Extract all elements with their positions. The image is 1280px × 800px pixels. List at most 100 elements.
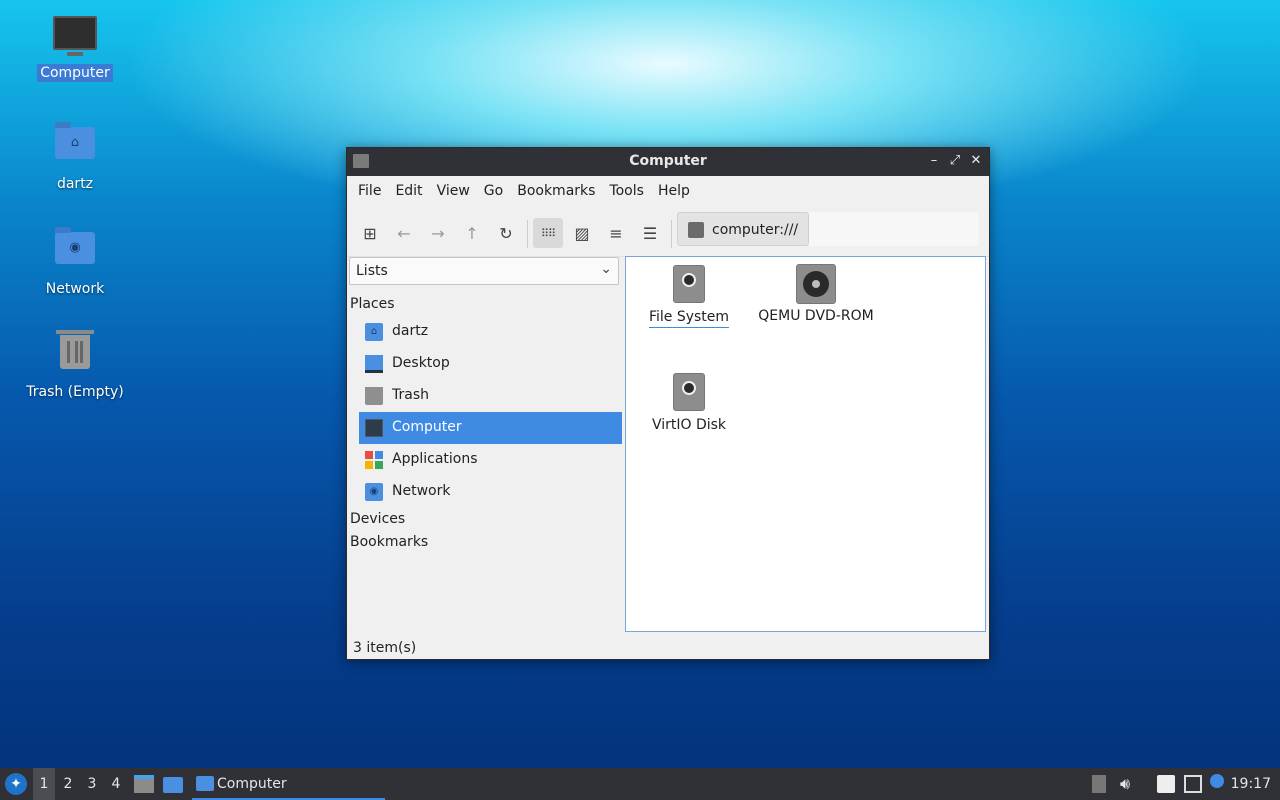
reload-button[interactable]: ↻	[491, 218, 521, 248]
home-folder-icon: ⌂	[53, 122, 97, 171]
image-icon: ▨	[574, 223, 590, 243]
workspace-1[interactable]: 1	[33, 768, 55, 800]
start-menu-icon: ✦	[10, 776, 22, 792]
file-manager-window: Computer – ⤢ ✕ File Edit View Go Bookmar…	[346, 147, 990, 660]
computer-icon	[365, 419, 383, 437]
network-icon[interactable]	[1184, 775, 1202, 793]
arrow-left-icon: ←	[397, 223, 411, 243]
sidebar-item-network[interactable]: ◉ Network	[359, 476, 622, 508]
folder-icon	[196, 776, 214, 791]
sidebar-item-label: Computer	[392, 419, 462, 435]
hard-disk-icon	[673, 265, 705, 303]
hard-disk-icon	[688, 222, 704, 238]
workspace-4[interactable]: 4	[105, 768, 127, 800]
desktop-icon-label: Computer	[37, 64, 113, 82]
toolbar-separator	[671, 220, 672, 248]
task-button-computer[interactable]: Computer	[192, 768, 385, 800]
sidebar-item-desktop[interactable]: Desktop	[359, 348, 622, 380]
sidebar-item-label: Trash	[392, 387, 429, 403]
detailed-list-view-button[interactable]: ☰	[635, 218, 665, 248]
sidebar-mode-select[interactable]: Lists ⌄	[349, 257, 619, 285]
sidebar-item-applications[interactable]: Applications	[359, 444, 622, 476]
path-label: computer:///	[712, 222, 799, 238]
task-label: Computer	[217, 776, 287, 792]
home-folder-icon: ⌂	[365, 323, 383, 341]
clipboard-icon[interactable]	[1157, 775, 1175, 793]
item-virtio-disk[interactable]: VirtIO Disk	[648, 373, 730, 433]
section-places[interactable]: Places	[350, 296, 395, 312]
menu-help[interactable]: Help	[651, 183, 697, 199]
applications-icon	[365, 451, 383, 469]
list-lines-icon: ≡	[609, 223, 623, 243]
menu-view[interactable]: View	[430, 183, 477, 199]
menu-go[interactable]: Go	[477, 183, 510, 199]
sidebar-item-dartz[interactable]: ⌂ dartz	[359, 316, 622, 348]
close-button[interactable]: ✕	[967, 152, 985, 170]
workspace-2[interactable]: 2	[57, 768, 79, 800]
menu-tools[interactable]: Tools	[602, 183, 651, 199]
sidebar-item-computer[interactable]: Computer	[359, 412, 622, 444]
arrow-right-icon: →	[431, 223, 445, 243]
menu-file[interactable]: File	[351, 183, 388, 199]
trash-icon	[365, 387, 383, 405]
menu-bookmarks[interactable]: Bookmarks	[510, 183, 602, 199]
desktop-icon-label: Trash (Empty)	[26, 384, 124, 400]
path-button-computer[interactable]: computer:///	[677, 212, 810, 246]
volume-icon[interactable]: 🔊︎	[1120, 768, 1130, 800]
desktop-icon-label: dartz	[56, 176, 94, 192]
clock[interactable]: 19:17	[1231, 768, 1271, 800]
show-desktop-icon[interactable]	[163, 777, 183, 793]
desktop-icon-home[interactable]: ⌂ dartz	[20, 121, 130, 193]
item-qemu-dvd-rom[interactable]: QEMU DVD-ROM	[754, 264, 878, 324]
up-button[interactable]: ↑	[457, 218, 487, 248]
network-folder-icon: ◉	[53, 227, 97, 276]
grid-icon: ⠿⠿	[540, 226, 556, 240]
compact-view-button[interactable]: ≡	[601, 218, 631, 248]
section-bookmarks[interactable]: Bookmarks	[350, 534, 428, 550]
icon-view-button[interactable]: ⠿⠿	[533, 218, 563, 248]
sidebar-item-label: Applications	[392, 451, 478, 467]
menu-bar: File Edit View Go Bookmarks Tools Help	[347, 176, 989, 206]
file-view[interactable]: File System QEMU DVD-ROM VirtIO Disk	[625, 256, 986, 632]
section-devices[interactable]: Devices	[350, 511, 405, 527]
title-bar[interactable]: Computer – ⤢ ✕	[347, 148, 989, 176]
toolbar-separator	[527, 220, 528, 248]
start-menu-button[interactable]: ✦	[5, 773, 27, 795]
notification-icon[interactable]	[1210, 774, 1224, 788]
sidebar-item-label: dartz	[392, 323, 429, 339]
item-label: VirtIO Disk	[651, 417, 727, 433]
detailed-list-icon: ☰	[642, 223, 658, 243]
reload-icon: ↻	[499, 223, 513, 243]
sidebar-item-label: Desktop	[392, 355, 450, 371]
maximize-button[interactable]: ⤢	[946, 152, 964, 170]
back-button[interactable]: ←	[389, 218, 419, 248]
file-manager-launcher-icon[interactable]	[134, 775, 154, 793]
minimize-button[interactable]: –	[925, 152, 943, 170]
network-folder-icon: ◉	[365, 483, 383, 501]
desktop-icon-computer[interactable]: Computer	[20, 14, 130, 82]
taskbar: ✦ 1 2 3 4 Computer 🔊︎ 19:17	[0, 768, 1280, 800]
desktop-icon-network[interactable]: ◉ Network	[20, 226, 130, 298]
item-label: QEMU DVD-ROM	[758, 308, 874, 324]
sidebar-item-label: Network	[392, 483, 451, 499]
desktop-icon-trash[interactable]: Trash (Empty)	[20, 330, 130, 401]
arrow-up-icon: ↑	[465, 223, 479, 243]
menu-edit[interactable]: Edit	[388, 183, 429, 199]
workspace-3[interactable]: 3	[81, 768, 103, 800]
eject-icon[interactable]	[1092, 775, 1106, 793]
sidebar-item-trash[interactable]: Trash	[359, 380, 622, 412]
desktop-icon	[365, 355, 383, 373]
status-bar: 3 item(s)	[353, 640, 417, 656]
desktop-icon-label: Network	[45, 281, 105, 297]
sidebar-mode-value: Lists	[356, 263, 388, 279]
forward-button[interactable]: →	[423, 218, 453, 248]
chevron-down-icon: ⌄	[600, 261, 612, 277]
item-file-system[interactable]: File System	[648, 265, 730, 328]
item-label: File System	[648, 309, 730, 328]
window-title: Computer	[629, 153, 707, 169]
new-tab-icon: ⊞	[363, 223, 377, 243]
thumbnail-view-button[interactable]: ▨	[567, 218, 597, 248]
sidebar: Lists ⌄ Places ⌂ dartz Desktop Trash Com…	[347, 256, 625, 633]
new-tab-button[interactable]: ⊞	[355, 218, 385, 248]
optical-drive-icon	[796, 264, 836, 304]
